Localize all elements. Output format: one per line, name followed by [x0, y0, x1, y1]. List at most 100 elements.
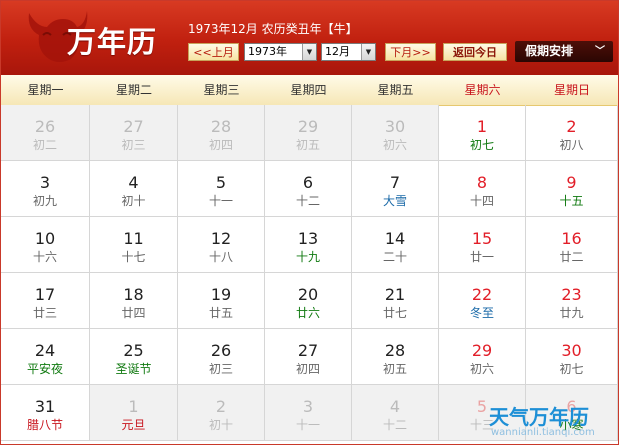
day-cell[interactable]: 27 初三	[90, 105, 178, 161]
day-number: 26	[210, 341, 232, 360]
day-cell[interactable]: 23 廿九	[526, 273, 618, 329]
day-number: 9	[566, 173, 577, 192]
day-cell[interactable]: 1 元旦	[90, 385, 178, 441]
day-cell[interactable]: 25 圣诞节	[90, 329, 178, 385]
day-cell[interactable]: 26 初二	[1, 105, 90, 161]
day-cell[interactable]: 16 廿二	[526, 217, 618, 273]
holiday-schedule-dropdown[interactable]: 假期安排 ﹀	[515, 41, 613, 62]
day-number: 16	[561, 229, 582, 248]
lunar-date: 圣诞节	[115, 362, 152, 376]
day-cell[interactable]: 7 大雪	[352, 161, 439, 217]
lunar-date: 平安夜	[26, 362, 63, 376]
day-number: 24	[34, 341, 56, 360]
day-cell[interactable]: 20 廿六	[265, 273, 352, 329]
lunar-date: 初七	[559, 362, 584, 376]
day-number: 29	[297, 117, 319, 136]
holiday-schedule-label: 假期安排	[525, 44, 574, 58]
day-cell[interactable]: 12 十八	[178, 217, 265, 273]
day-cell[interactable]: 1 初七	[439, 105, 526, 161]
year-select-value: 1973年	[248, 45, 287, 58]
day-number: 27	[297, 341, 319, 360]
day-number: 1	[128, 397, 139, 416]
day-cell[interactable]: 21 廿七	[352, 273, 439, 329]
day-cell[interactable]: 14 二十	[352, 217, 439, 273]
day-cell[interactable]: 30 初六	[352, 105, 439, 161]
lunar-date: 十七	[121, 250, 146, 264]
lunar-date: 十八	[208, 250, 233, 264]
lunar-date: 腊八节	[26, 418, 63, 432]
day-cell[interactable]: 3 十一	[265, 385, 352, 441]
day-number: 3	[39, 173, 51, 192]
day-cell[interactable]: 31 腊八节	[1, 385, 90, 441]
lunar-date: 初二	[32, 138, 57, 152]
day-cell[interactable]: 10 十六	[1, 217, 90, 273]
day-cell[interactable]: 6 十二	[265, 161, 352, 217]
day-number: 20	[297, 285, 319, 304]
day-number: 31	[34, 397, 56, 416]
day-number: 18	[123, 285, 144, 304]
day-cell[interactable]: 18 廿四	[90, 273, 178, 329]
lunar-date: 廿五	[208, 306, 233, 320]
day-cell[interactable]: 28 初四	[178, 105, 265, 161]
day-number: 23	[561, 285, 582, 304]
day-cell[interactable]: 9 十五	[526, 161, 618, 217]
lunar-date: 十四	[469, 194, 494, 208]
day-number: 10	[34, 229, 56, 248]
weekday-label: 星期一	[27, 83, 64, 97]
year-select[interactable]: 1973年 ▼	[244, 43, 317, 61]
lunar-date: 初三	[208, 362, 233, 376]
day-cell[interactable]: 26 初三	[178, 329, 265, 385]
lunar-date: 廿二	[559, 250, 584, 264]
lunar-date: 十九	[295, 250, 320, 264]
lunar-date: 十二	[295, 194, 320, 208]
back-to-today-button[interactable]: 返回今日	[443, 43, 507, 61]
day-number: 8	[476, 173, 488, 192]
lunar-date: 二十	[382, 250, 407, 264]
lunar-date: 初九	[32, 194, 57, 208]
day-cell[interactable]: 17 廿三	[1, 273, 90, 329]
day-cell[interactable]: 29 初五	[265, 105, 352, 161]
day-cell[interactable]: 15 廿一	[439, 217, 526, 273]
weekday-label: 星期五	[377, 83, 414, 97]
lunar-date: 初四	[295, 362, 320, 376]
day-number: 28	[384, 341, 406, 360]
prev-month-button[interactable]: <<上月	[188, 43, 239, 61]
lunar-date: 十一	[295, 418, 320, 432]
day-number: 13	[297, 229, 319, 248]
lunar-date: 初六	[382, 138, 407, 152]
weekday-label: 星期六	[464, 83, 501, 97]
day-cell[interactable]: 3 初九	[1, 161, 90, 217]
lunar-date: 十一	[208, 194, 233, 208]
next-month-button[interactable]: 下月>>	[385, 43, 436, 61]
month-select-value: 12月	[325, 45, 350, 58]
day-cell[interactable]: 30 初七	[526, 329, 618, 385]
day-cell[interactable]: 5 十一	[178, 161, 265, 217]
day-cell[interactable]: 29 初六	[439, 329, 526, 385]
lunar-date: 初五	[295, 138, 320, 152]
day-number: 19	[210, 285, 232, 304]
day-cell[interactable]: 28 初五	[352, 329, 439, 385]
day-number: 30	[561, 341, 582, 360]
watermark-text: 天气万年历	[489, 405, 589, 429]
day-cell[interactable]: 13 十九	[265, 217, 352, 273]
day-cell[interactable]: 8 十四	[439, 161, 526, 217]
lunar-date: 廿四	[121, 306, 146, 320]
day-cell[interactable]: 11 十七	[90, 217, 178, 273]
day-cell[interactable]: 2 初十	[178, 385, 265, 441]
day-cell[interactable]: 4 十二	[352, 385, 439, 441]
day-cell[interactable]: 19 廿五	[178, 273, 265, 329]
day-number: 21	[384, 285, 406, 304]
chevron-down-icon[interactable]: ▼	[302, 44, 316, 60]
day-number: 30	[384, 117, 406, 136]
day-number: 12	[210, 229, 232, 248]
day-number: 15	[471, 229, 493, 248]
day-number: 5	[215, 173, 227, 192]
lunar-date: 廿三	[32, 306, 57, 320]
day-cell[interactable]: 4 初十	[90, 161, 178, 217]
day-cell[interactable]: 27 初四	[265, 329, 352, 385]
day-cell[interactable]: 2 初八	[526, 105, 618, 161]
day-cell[interactable]: 24 平安夜	[1, 329, 90, 385]
chevron-down-icon[interactable]: ▼	[361, 44, 375, 60]
day-cell[interactable]: 22 冬至	[439, 273, 526, 329]
month-select[interactable]: 12月 ▼	[321, 43, 376, 61]
